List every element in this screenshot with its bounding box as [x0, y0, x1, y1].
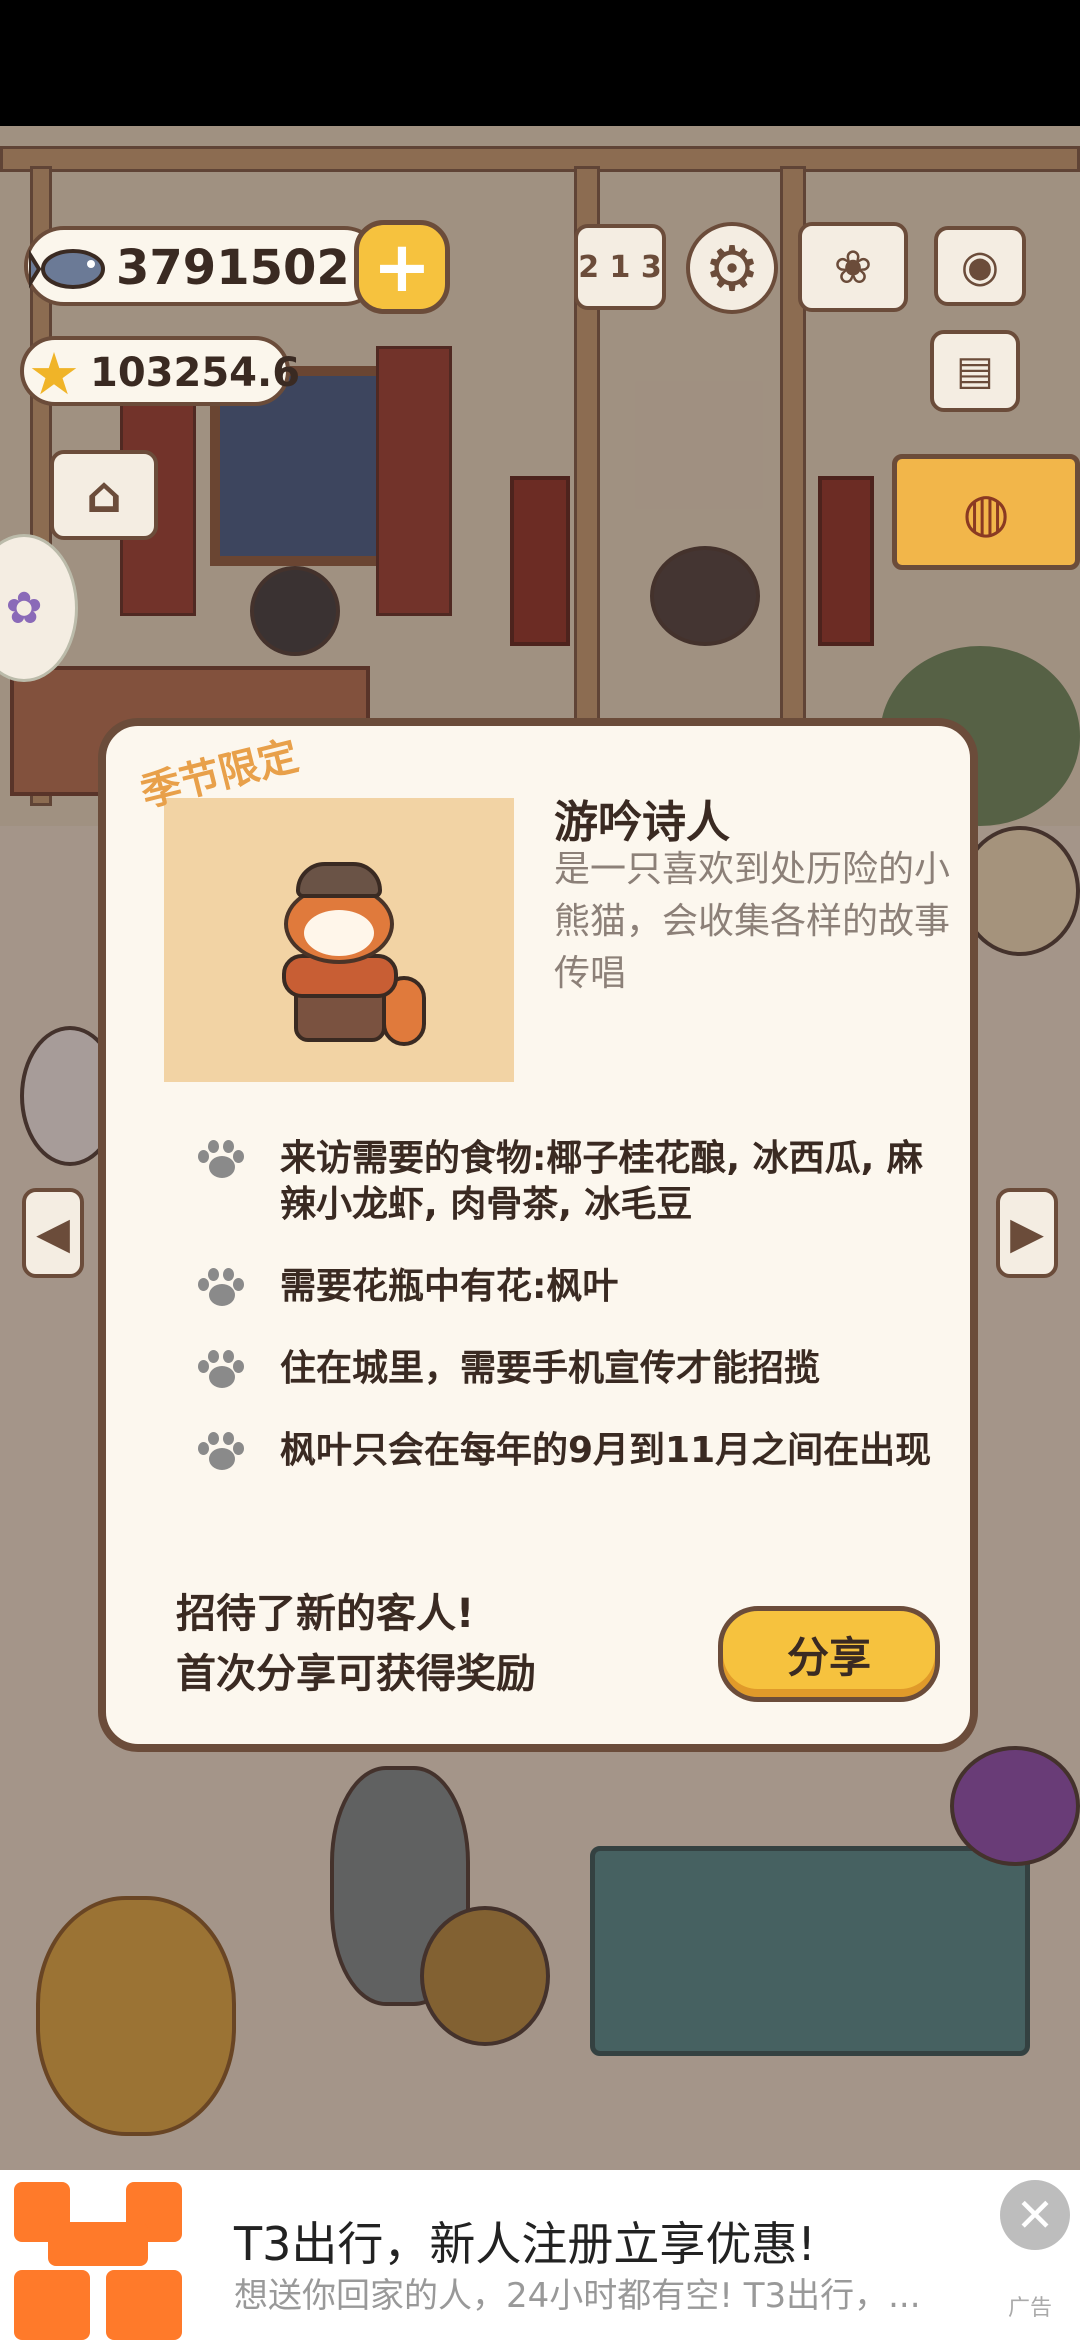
shop-icon[interactable]: ⌂	[50, 450, 158, 540]
gear-icon[interactable]: ⚙	[686, 222, 778, 314]
fish-icon	[24, 224, 120, 314]
star-currency: ★ 103254.6	[20, 336, 300, 408]
newspaper-icon[interactable]: ▤	[930, 330, 1020, 412]
paw-icon	[196, 1140, 246, 1182]
share-button[interactable]: 分享	[718, 1606, 940, 1702]
chevron-right-icon[interactable]: ▶	[996, 1188, 1058, 1278]
lantern-icon[interactable]: ◍	[892, 454, 1080, 570]
fish-currency: 3791502	[24, 226, 384, 306]
ad-tag: 广告	[1002, 2290, 1053, 2322]
status-bar	[0, 0, 1080, 126]
requirement-item: 枫叶只会在每年的9月到11月之间在出现	[166, 1428, 946, 1474]
requirement-text: 来访需要的食物:椰子桂花酿, 冰西瓜, 麻辣小龙虾, 肉骨茶, 冰毛豆	[280, 1138, 923, 1225]
share-note-line1: 招待了新的客人!	[176, 1591, 475, 1637]
character-info-dialog: 季节限定 游吟诗人 是一只喜欢到处历险的小熊猫，会收集各样的故事传唱 来访需要的…	[98, 718, 978, 1752]
add-currency-button[interactable]: +	[354, 220, 450, 314]
requirement-text: 住在城里，需要手机宣传才能招揽	[280, 1348, 821, 1389]
requirement-text: 枫叶只会在每年的9月到11月之间在出现	[280, 1430, 932, 1471]
book-icon[interactable]: ❀	[798, 222, 908, 312]
ad-subtitle[interactable]: 想送你回家的人，24小时都有空! T3出行，...	[234, 2268, 1034, 2317]
share-note: 招待了新的客人! 首次分享可获得奖励	[176, 1584, 536, 1704]
podium-icon[interactable]: 2 1 3	[574, 224, 666, 310]
fish-count: 3791502	[116, 240, 350, 296]
t3-logo-icon[interactable]	[8, 2182, 188, 2340]
chevron-left-icon[interactable]: ◀	[22, 1188, 84, 1278]
ad-title[interactable]: T3出行，新人注册立享优惠!	[234, 2208, 816, 2274]
requirement-item: 来访需要的食物:椰子桂花酿, 冰西瓜, 麻辣小龙虾, 肉骨茶, 冰毛豆	[166, 1136, 946, 1228]
share-note-line2: 首次分享可获得奖励	[176, 1651, 536, 1697]
camera-icon[interactable]: ◉	[934, 226, 1026, 306]
character-portrait	[164, 798, 514, 1082]
paw-icon	[196, 1432, 246, 1474]
star-icon: ★	[28, 340, 80, 408]
requirement-item: 需要花瓶中有花:枫叶	[166, 1264, 946, 1310]
star-count: 103254.6	[90, 350, 301, 396]
character-description: 是一只喜欢到处历险的小熊猫，会收集各样的故事传唱	[554, 849, 951, 994]
paw-icon	[196, 1268, 246, 1310]
character-name: 游吟诗人	[554, 797, 730, 848]
requirement-item: 住在城里，需要手机宣传才能招揽	[166, 1346, 946, 1392]
red-panda-illustration	[264, 858, 426, 1048]
game-screen: 3791502 + ★ 103254.6 2 1 3 ⚙ ❀ ◉ ▤ ⌂ ◍ ✿…	[0, 0, 1080, 2340]
requirement-list: 来访需要的食物:椰子桂花酿, 冰西瓜, 麻辣小龙虾, 肉骨茶, 冰毛豆 需要花瓶…	[166, 1136, 946, 1510]
close-icon[interactable]: ✕	[1000, 2180, 1070, 2250]
requirement-text: 需要花瓶中有花:枫叶	[280, 1266, 619, 1307]
paw-icon	[196, 1350, 246, 1392]
